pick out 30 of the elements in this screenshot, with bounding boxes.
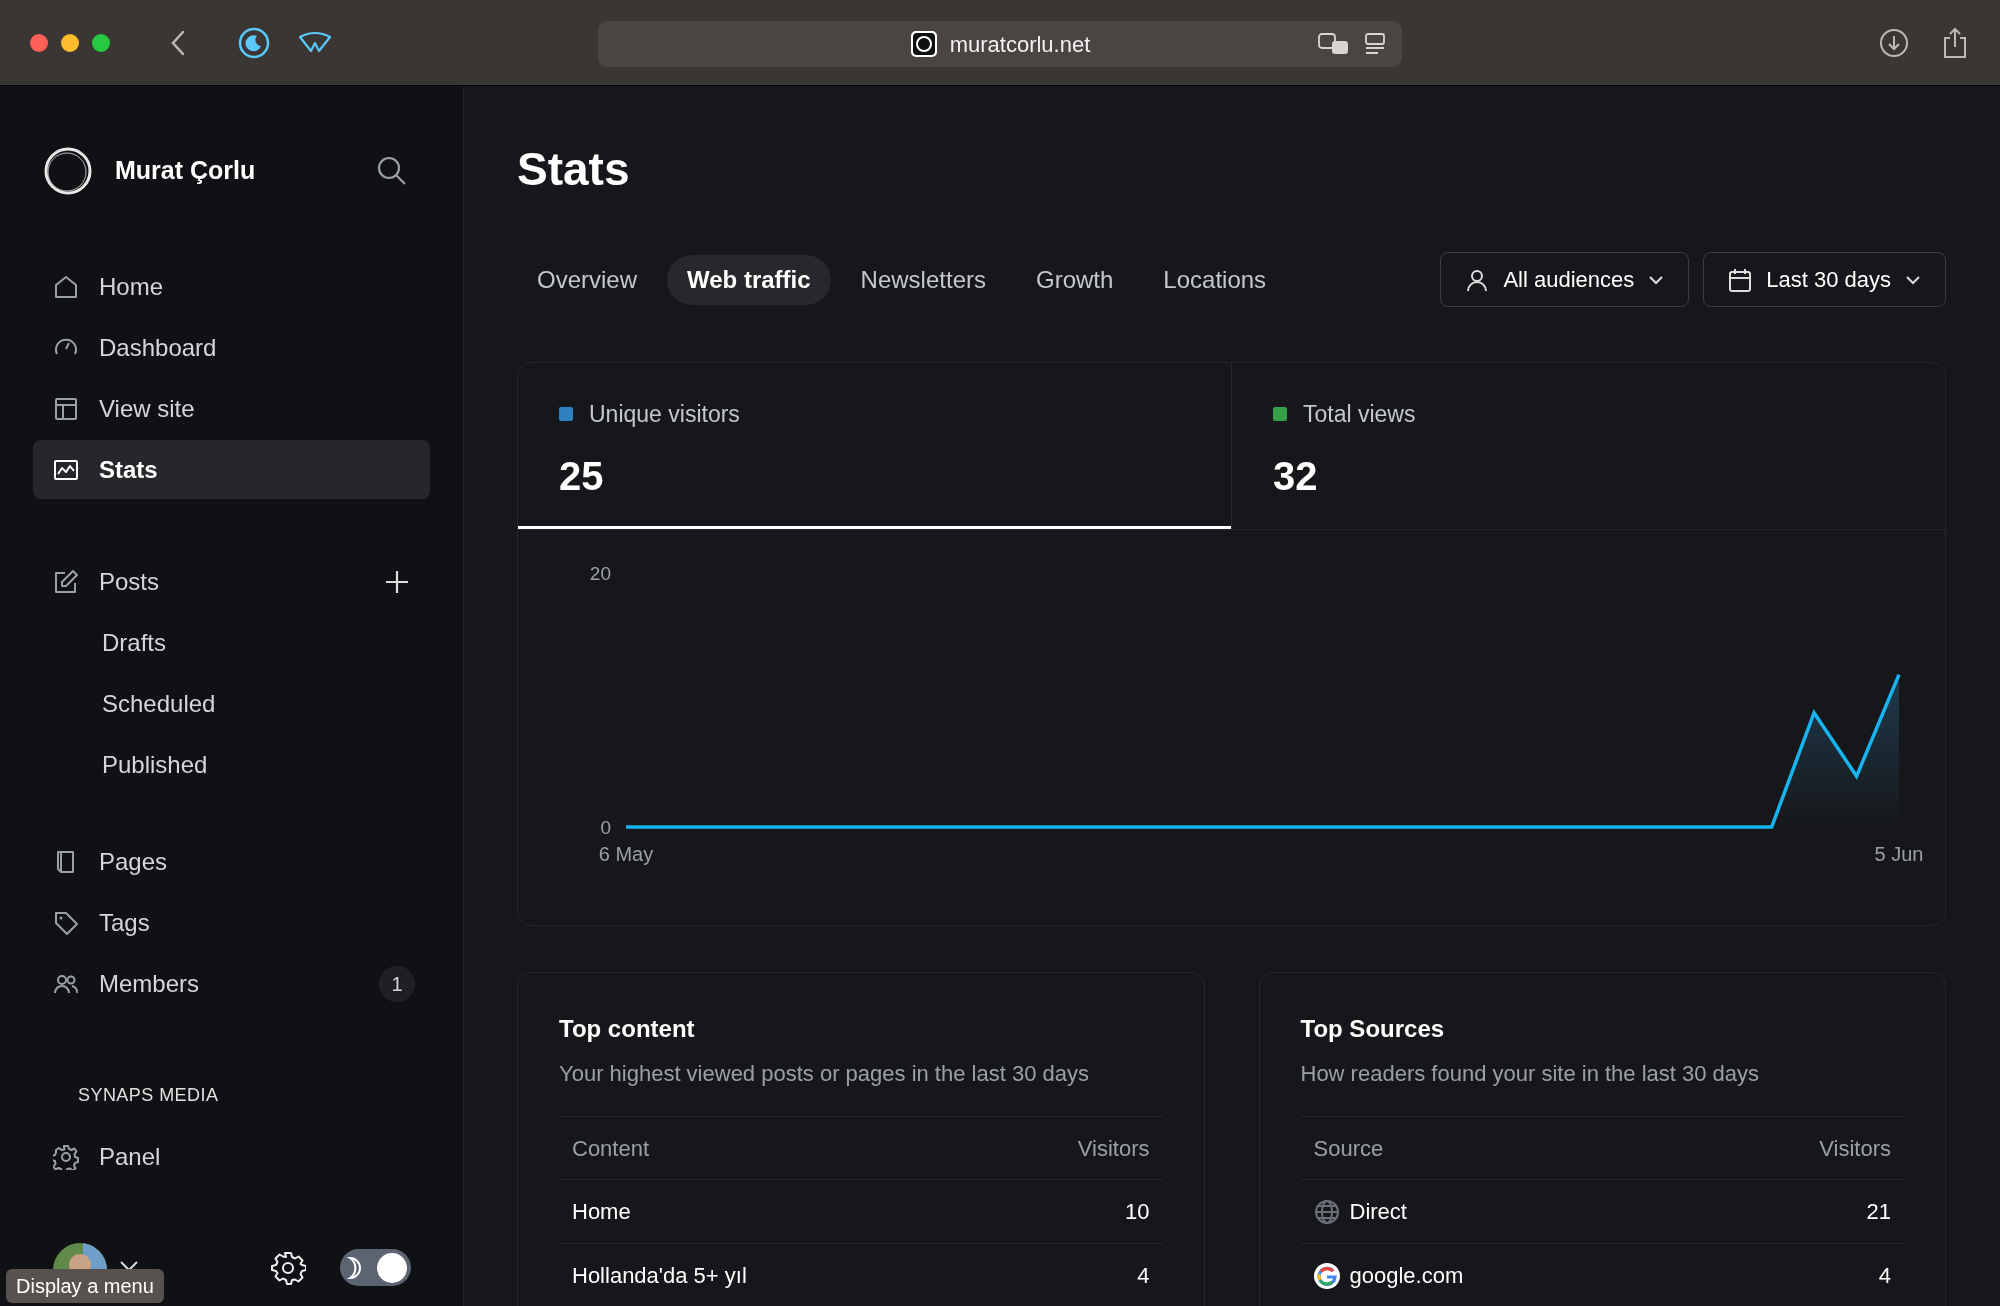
column-header: Content: [572, 1134, 650, 1163]
table-cell-text: Home: [572, 1198, 631, 1226]
column-header: Visitors: [1077, 1134, 1150, 1163]
axis-label: 6 May: [598, 843, 654, 865]
table-cell-text: 10: [1125, 1198, 1150, 1226]
card-subtitle: Your highest viewed posts or pages in the last 30 days: [559, 1060, 1090, 1088]
axis-label: 5 Jun: [1874, 843, 1924, 865]
table-cell-text: 21: [1866, 1198, 1891, 1226]
table-cell-text: 4: [1878, 1262, 1891, 1290]
table-cell-text: Direct: [1349, 1198, 1407, 1226]
card-title: Top content: [559, 1014, 696, 1044]
url-text: muratcorlu.net: [949, 30, 1091, 59]
axis-label: 20: [589, 563, 611, 584]
section-heading: SYNAPS MEDIA: [78, 1084, 220, 1107]
table-cell-text: Hollanda'da 5+ yıl: [572, 1262, 747, 1290]
tooltip: Display a menu: [6, 1269, 164, 1303]
metric-value: 25: [559, 452, 605, 500]
metric-value: 32: [1273, 452, 1319, 500]
page-title: Stats: [517, 142, 631, 197]
card-title: Top Sources: [1300, 1014, 1446, 1044]
table-cell-text: google.com: [1349, 1262, 1464, 1290]
site-name: Murat Çorlu: [115, 155, 256, 187]
column-header: Visitors: [1819, 1134, 1891, 1163]
column-header: Source: [1313, 1134, 1384, 1163]
metric-label: Total views: [1303, 400, 1416, 429]
table-cell-text: 4: [1137, 1262, 1150, 1290]
count-badge: 1: [379, 965, 415, 1002]
axis-label: 0: [600, 817, 611, 838]
metric-label: Unique visitors: [589, 400, 740, 429]
card-subtitle: How readers found your site in the last 30 days: [1300, 1060, 1761, 1088]
